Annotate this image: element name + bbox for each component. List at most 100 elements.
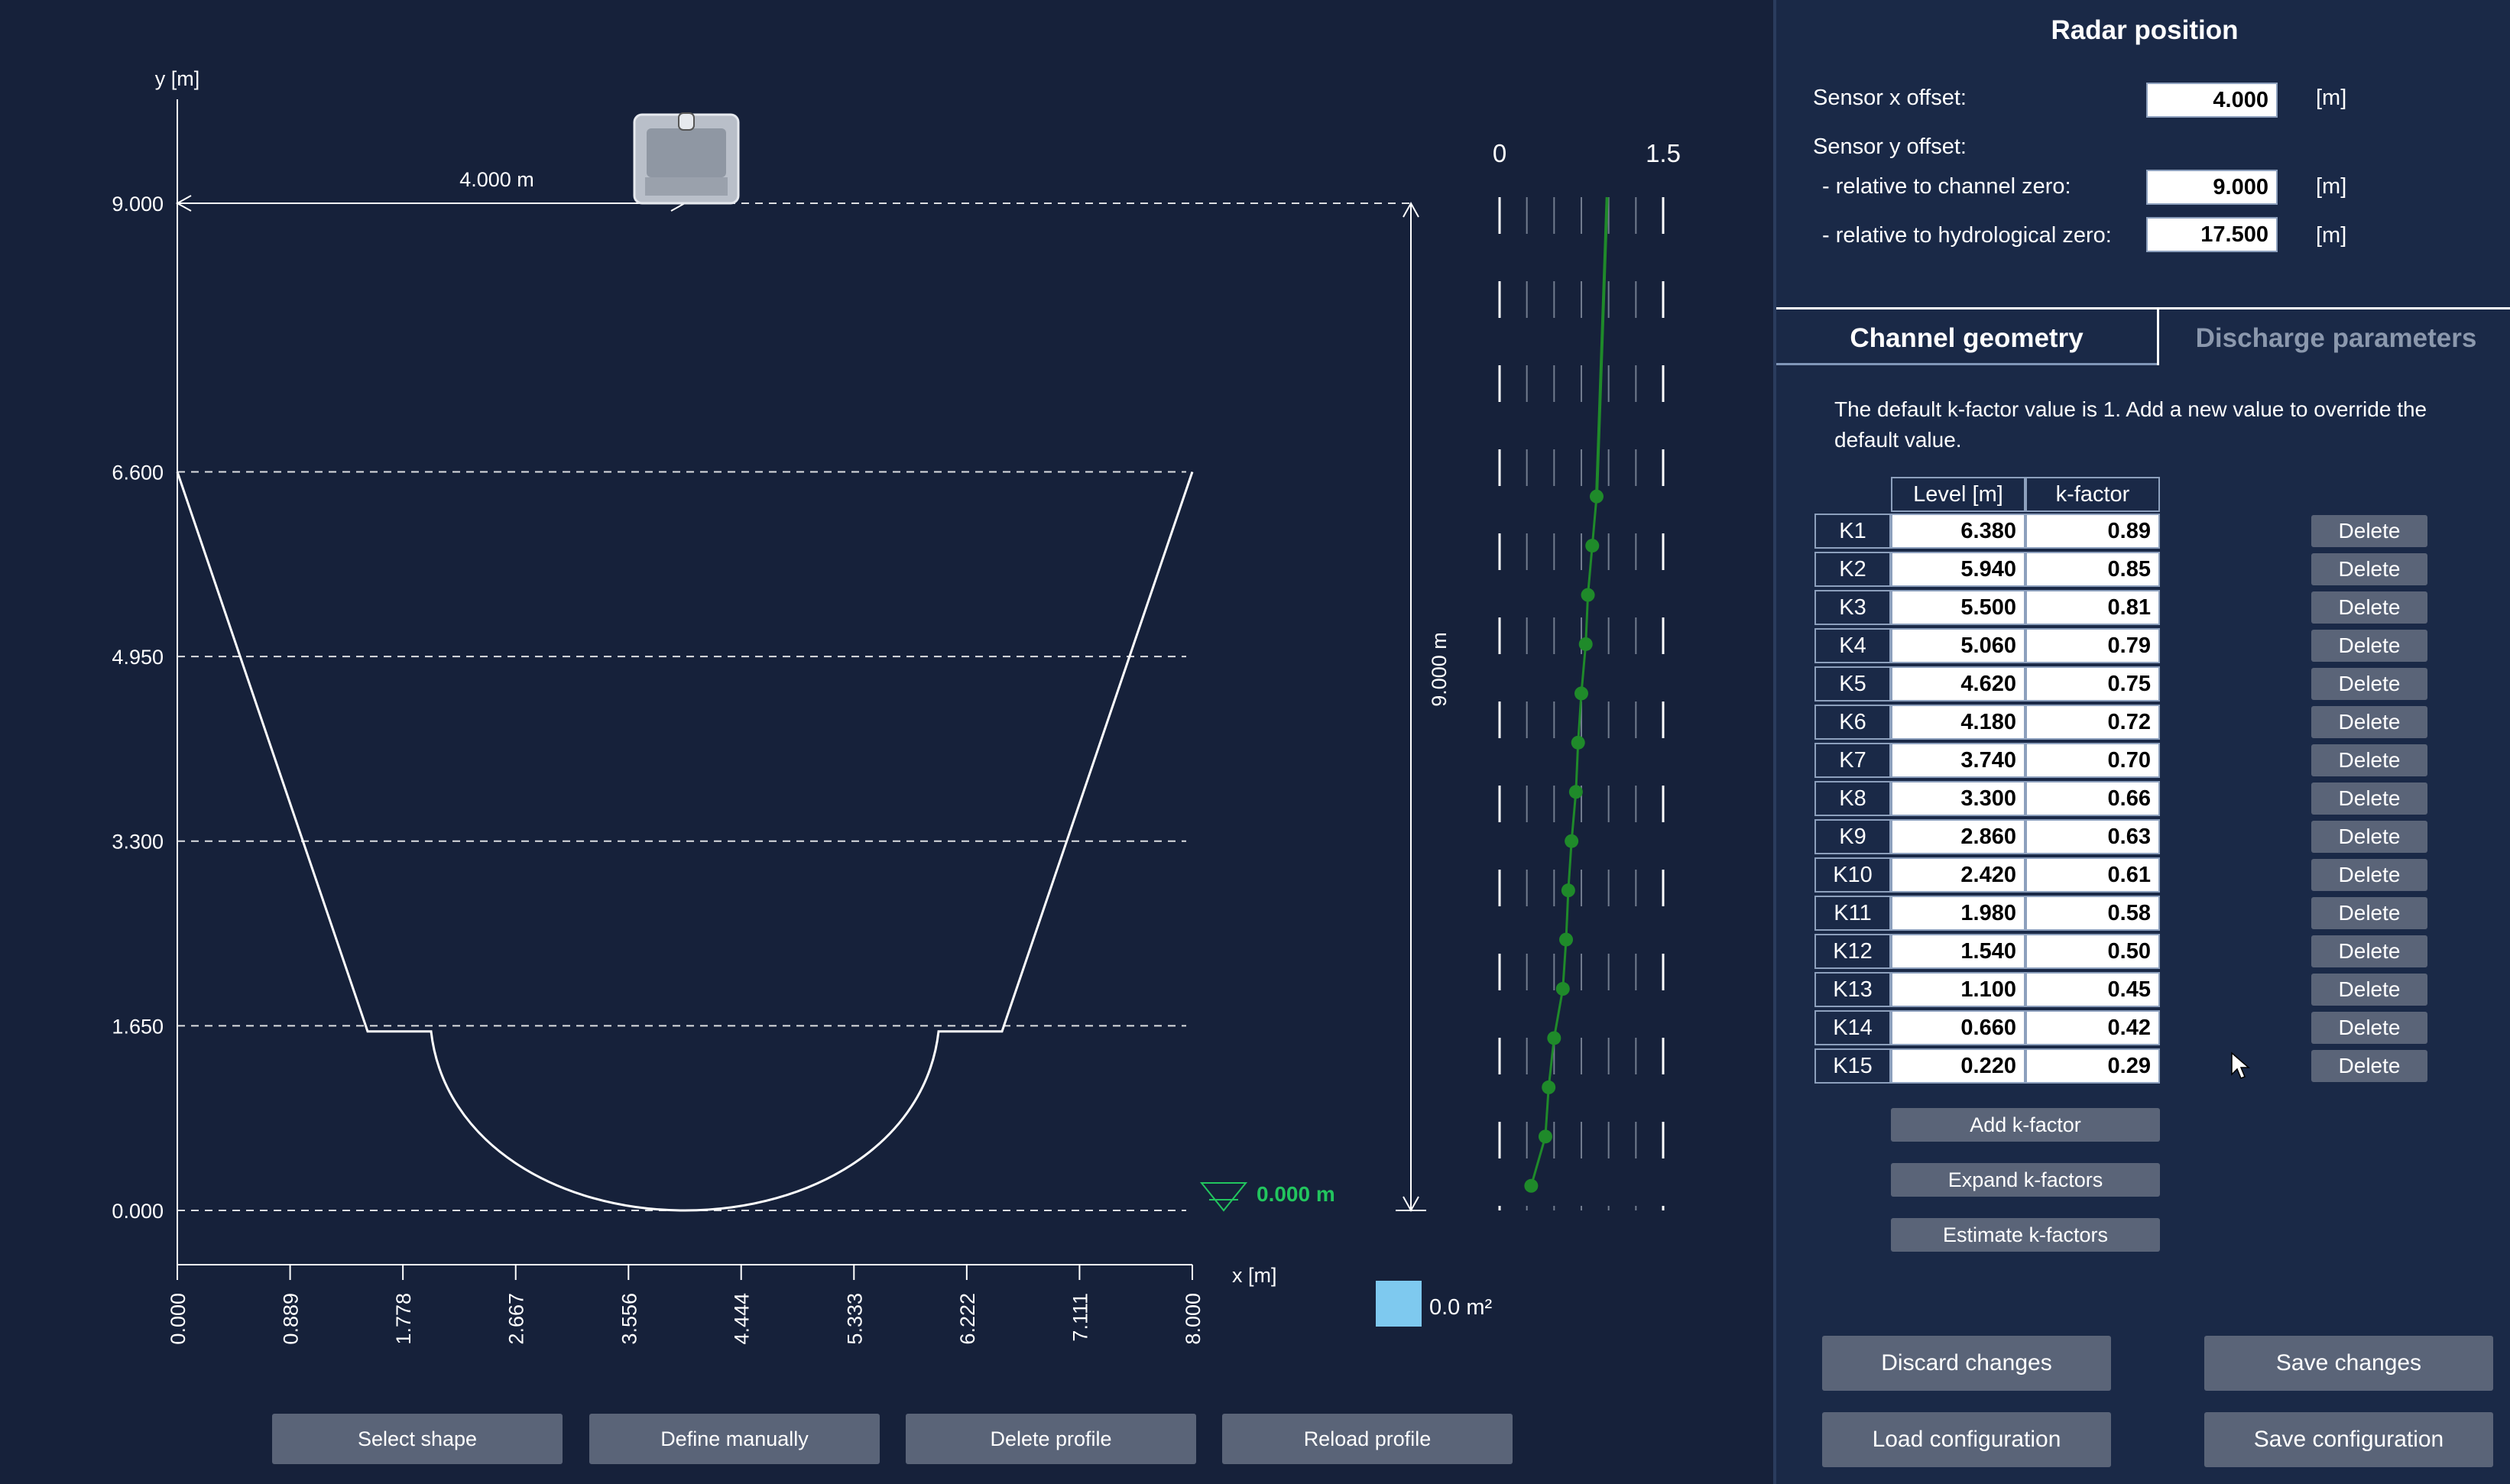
add-kfactor-button[interactable]: Add k-factor <box>1891 1108 2160 1142</box>
kfactor-point <box>1561 883 1575 898</box>
relative-channel-zero-label: - relative to channel zero: <box>1822 174 2071 199</box>
kfactor-info-text: The default k-factor value is 1. Add a n… <box>1834 397 2427 452</box>
level-cell[interactable]: 1.100 <box>1891 972 2025 1007</box>
kfactor-point <box>1524 1178 1539 1193</box>
y-tick-label: 3.300 <box>112 831 164 854</box>
level-cell[interactable]: 3.300 <box>1891 781 2025 816</box>
water-level-triangle-icon <box>1199 1182 1248 1212</box>
kfactor-cell[interactable]: 0.50 <box>2025 934 2160 969</box>
table-row-id: K15 <box>1814 1048 1891 1084</box>
delete-button[interactable]: Delete <box>2311 591 2427 624</box>
y-tick-label: 1.650 <box>112 1015 164 1038</box>
table-row-id: K13 <box>1814 972 1891 1007</box>
x-tick-label: 2.667 <box>505 1293 528 1345</box>
kfactor-cell[interactable]: 0.58 <box>2025 896 2160 931</box>
delete-button[interactable]: Delete <box>2311 668 2427 700</box>
select-shape-button[interactable]: Select shape <box>272 1414 563 1464</box>
kfactor-cell[interactable]: 0.66 <box>2025 781 2160 816</box>
delete-button[interactable]: Delete <box>2311 553 2427 585</box>
channel-geometry-chart: y [m] x [m] 9.000 6.600 4.950 3.300 1.650 0.00… <box>112 67 1681 1345</box>
water-level-label: 0.000 m <box>1257 1182 1335 1206</box>
kfactor-axis-min: 0 <box>1493 139 1506 167</box>
kfactor-point <box>1581 588 1595 602</box>
relative-hydro-zero-label: - relative to hydrological zero: <box>1822 223 2112 248</box>
delete-profile-button[interactable]: Delete profile <box>906 1414 1196 1464</box>
kfactor-point <box>1585 539 1600 553</box>
x-tick-label: 6.222 <box>956 1293 979 1345</box>
reload-profile-button[interactable]: Reload profile <box>1222 1414 1513 1464</box>
level-cell[interactable]: 5.060 <box>1891 628 2025 663</box>
define-manually-button[interactable]: Define manually <box>589 1414 880 1464</box>
x-tick-label: 5.333 <box>843 1293 866 1345</box>
kfactor-cell[interactable]: 0.70 <box>2025 743 2160 778</box>
table-header-kfactor: k-factor <box>2025 477 2160 512</box>
y-tick-label: 4.950 <box>112 646 164 669</box>
sensor-face <box>647 128 726 177</box>
table-row-id: K12 <box>1814 934 1891 969</box>
kfactor-cell[interactable]: 0.89 <box>2025 514 2160 549</box>
delete-button[interactable]: Delete <box>2311 859 2427 891</box>
x-tick-label: 4.444 <box>731 1293 754 1345</box>
level-cell[interactable]: 1.980 <box>1891 896 2025 931</box>
kfactor-cell[interactable]: 0.79 <box>2025 628 2160 663</box>
kfactor-cell[interactable]: 0.42 <box>2025 1010 2160 1045</box>
estimate-kfactors-button[interactable]: Estimate k-factors <box>1891 1218 2160 1252</box>
table-row-id: K4 <box>1814 628 1891 663</box>
level-cell[interactable]: 4.620 <box>1891 666 2025 701</box>
kfactor-cell[interactable]: 0.75 <box>2025 666 2160 701</box>
delete-button[interactable]: Delete <box>2311 706 2427 738</box>
kfactor-default-line <box>1594 196 1609 497</box>
delete-button[interactable]: Delete <box>2311 1050 2427 1082</box>
table-row-id: K6 <box>1814 705 1891 740</box>
kfactor-point <box>1542 1080 1556 1094</box>
level-cell[interactable]: 5.500 <box>1891 590 2025 625</box>
level-cell[interactable]: 1.540 <box>1891 934 2025 969</box>
delete-button[interactable]: Delete <box>2311 974 2427 1006</box>
level-cell[interactable]: 3.740 <box>1891 743 2025 778</box>
kfactor-axis-max: 1.5 <box>1646 139 1681 167</box>
radar-position-title: Radar position <box>2051 15 2239 45</box>
kfactor-cell[interactable]: 0.63 <box>2025 819 2160 854</box>
sensor-x-offset-label: Sensor x offset: <box>1813 86 1967 110</box>
relative-channel-zero-input[interactable]: 9.000 <box>2146 170 2278 205</box>
discard-changes-button[interactable]: Discard changes <box>1822 1336 2111 1391</box>
level-cell[interactable]: 5.940 <box>1891 552 2025 587</box>
kfactor-point <box>1565 834 1579 848</box>
level-cell[interactable]: 2.860 <box>1891 819 2025 854</box>
kfactor-cell[interactable]: 0.85 <box>2025 552 2160 587</box>
tab-discharge-parameters[interactable]: Discharge parameters <box>2157 307 2510 365</box>
kfactor-point <box>1559 932 1574 947</box>
x-axis-label: x [m] <box>1232 1264 1277 1287</box>
relative-hydro-zero-input[interactable]: 17.500 <box>2146 217 2278 252</box>
level-cell[interactable]: 0.220 <box>1891 1048 2025 1084</box>
delete-button[interactable]: Delete <box>2311 515 2427 547</box>
sensor-base <box>645 177 728 196</box>
delete-button[interactable]: Delete <box>2311 821 2427 853</box>
tab-channel-geometry[interactable]: Channel geometry <box>1776 307 2157 365</box>
kfactor-cell[interactable]: 0.61 <box>2025 857 2160 893</box>
delete-button[interactable]: Delete <box>2311 935 2427 967</box>
kfactor-cell[interactable]: 0.81 <box>2025 590 2160 625</box>
delete-button[interactable]: Delete <box>2311 783 2427 815</box>
x-tick-label: 1.778 <box>392 1293 415 1345</box>
level-cell[interactable]: 0.660 <box>1891 1010 2025 1045</box>
level-cell[interactable]: 2.420 <box>1891 857 2025 893</box>
delete-button[interactable]: Delete <box>2311 630 2427 662</box>
level-cell[interactable]: 4.180 <box>1891 705 2025 740</box>
delete-button[interactable]: Delete <box>2311 1012 2427 1044</box>
load-configuration-button[interactable]: Load configuration <box>1822 1412 2111 1467</box>
sensor-x-offset-input[interactable]: 4.000 <box>2146 83 2278 118</box>
kfactor-cell[interactable]: 0.45 <box>2025 972 2160 1007</box>
kfactor-cell[interactable]: 0.29 <box>2025 1048 2160 1084</box>
kfactor-cell[interactable]: 0.72 <box>2025 705 2160 740</box>
save-changes-button[interactable]: Save changes <box>2204 1336 2493 1391</box>
delete-button[interactable]: Delete <box>2311 897 2427 929</box>
level-cell[interactable]: 6.380 <box>1891 514 2025 549</box>
save-configuration-button[interactable]: Save configuration <box>2204 1412 2493 1467</box>
kfactor-point <box>1574 686 1588 701</box>
table-row-id: K14 <box>1814 1010 1891 1045</box>
kfactor-point <box>1547 1031 1561 1045</box>
x-tick-label: 0.889 <box>280 1293 303 1345</box>
expand-kfactors-button[interactable]: Expand k-factors <box>1891 1163 2160 1197</box>
delete-button[interactable]: Delete <box>2311 744 2427 776</box>
